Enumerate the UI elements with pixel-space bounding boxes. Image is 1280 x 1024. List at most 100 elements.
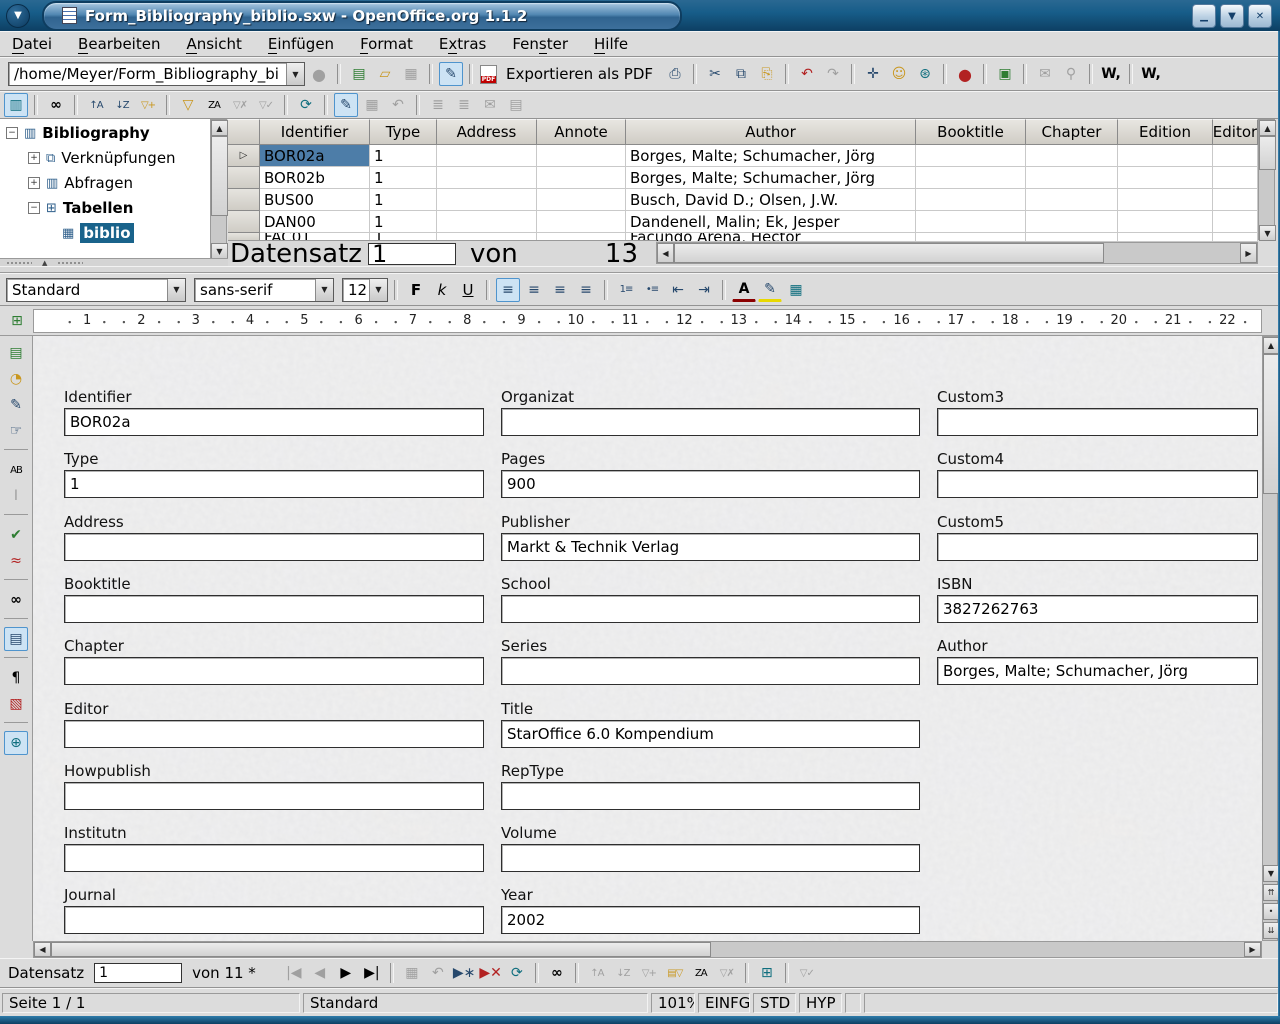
grid-cell-type[interactable]: 1	[370, 211, 437, 233]
grid-cell-address[interactable]	[437, 211, 537, 233]
field-input-editor[interactable]	[64, 720, 484, 748]
edit-file-icon[interactable]: ✎	[439, 62, 463, 86]
menu-datei[interactable]: Datei	[12, 35, 52, 53]
row-marker-icon[interactable]: ▷	[228, 145, 260, 167]
field-input-year[interactable]	[501, 906, 920, 934]
grid-hscrollbar[interactable]: ◀ ▶	[656, 242, 1258, 264]
drag-handle[interactable]	[57, 261, 83, 265]
align-left-icon[interactable]: ≡	[496, 278, 520, 302]
draw-functions-icon[interactable]: ✎	[4, 393, 28, 417]
grid-cell-type[interactable]: 1	[370, 167, 437, 189]
menu-extras[interactable]: Extras	[439, 35, 486, 53]
cut-icon[interactable]: ✂	[703, 62, 727, 86]
expand-icon[interactable]: +	[28, 152, 40, 164]
new-record-icon[interactable]: ▶∗	[452, 961, 477, 985]
drag-handle[interactable]	[6, 261, 32, 265]
field-input-type[interactable]	[64, 470, 484, 498]
font-name-combo[interactable]: sans-serif ▼	[194, 278, 334, 302]
gallery-icon[interactable]: ▣	[993, 62, 1017, 86]
tree-item-bibliography[interactable]: − ▥ Bibliography	[6, 121, 150, 145]
scroll-down-icon[interactable]: ▼	[1259, 225, 1276, 241]
status-selection-mode[interactable]: STD	[753, 993, 796, 1013]
paragraph-style-combo[interactable]: Standard ▼	[6, 278, 186, 302]
column-header-address[interactable]: Address	[437, 119, 537, 145]
field-input-identifier[interactable]	[64, 408, 484, 436]
grid-cell-annote[interactable]	[537, 145, 626, 167]
url-dropdown-icon[interactable]: ▼	[286, 63, 304, 85]
sort-icon[interactable]: ZA	[689, 961, 713, 985]
column-header-identifier[interactable]: Identifier	[260, 119, 370, 145]
edit-data-icon[interactable]: ✎	[334, 93, 358, 117]
field-input-author[interactable]	[937, 657, 1258, 685]
field-input-custom4[interactable]	[937, 470, 1258, 498]
grid-cell-identifier[interactable]: DAN00	[260, 211, 370, 233]
status-hyperlink-mode[interactable]: HYP	[799, 993, 842, 1013]
grid-cell-editor[interactable]	[1213, 145, 1258, 167]
url-value[interactable]: /home/Meyer/Form_Bibliography_bi	[9, 65, 286, 83]
field-input-custom3[interactable]	[937, 408, 1258, 436]
status-zoom[interactable]: 101%	[651, 993, 695, 1013]
grid-cell-chapter[interactable]	[1026, 211, 1118, 233]
align-center-icon[interactable]: ≡	[522, 278, 546, 302]
grid-cell-chapter[interactable]	[1026, 167, 1118, 189]
column-header-editor[interactable]: Editor	[1213, 119, 1258, 145]
document-vscrollbar[interactable]: ▲ ▼ ⇈ • ⇊	[1262, 336, 1278, 941]
sort-icon[interactable]: ZA	[202, 93, 226, 117]
undo-icon[interactable]: ↶	[795, 62, 819, 86]
grid-cell-edition[interactable]	[1118, 233, 1213, 242]
grid-corner[interactable]	[228, 119, 260, 145]
grid-cell-edition[interactable]	[1118, 167, 1213, 189]
next-page-icon[interactable]: ⇊	[1263, 922, 1279, 939]
record-macro-icon[interactable]: ●	[953, 62, 977, 86]
web-document-icon[interactable]: ⊛	[913, 62, 937, 86]
data-source-as-table-icon[interactable]: ⊞	[755, 961, 779, 985]
grid-cell-edition[interactable]	[1118, 211, 1213, 233]
scroll-down-icon[interactable]: ▼	[211, 243, 228, 259]
scroll-left-icon[interactable]: ◀	[657, 243, 674, 263]
scrollbar-thumb[interactable]	[51, 942, 711, 957]
navigator-icon[interactable]: ✛	[861, 62, 885, 86]
dropdown-icon[interactable]: ▼	[315, 279, 333, 301]
grid-cell-type[interactable]: 1	[370, 145, 437, 167]
copy-icon[interactable]: ⧉	[729, 62, 753, 86]
grid-row[interactable]: DAN00 1 Dandenell, Malin; Ek, Jesper	[228, 211, 1258, 233]
paste-icon[interactable]: ⎘	[755, 62, 779, 86]
justify-icon[interactable]: ≡	[574, 278, 598, 302]
grid-cell-booktitle[interactable]	[916, 189, 1026, 211]
last-record-icon[interactable]: ▶|	[360, 961, 384, 985]
graphics-onoff-icon[interactable]: ▧	[4, 692, 28, 716]
tree-item-verknuepfungen[interactable]: + ⧉ Verknüpfungen	[28, 146, 176, 170]
previous-page-icon[interactable]: ⇈	[1263, 884, 1279, 901]
grid-cell-edition[interactable]	[1118, 189, 1213, 211]
window-menu-button[interactable]: ▼	[6, 4, 30, 28]
open-document-icon[interactable]: ▱	[373, 62, 397, 86]
grid-cell-editor[interactable]	[1213, 211, 1258, 233]
scrollbar-thumb[interactable]	[674, 243, 1104, 263]
grid-record-input[interactable]	[368, 243, 456, 265]
bullet-list-icon[interactable]: •≡	[640, 278, 664, 302]
minimize-button[interactable]: ▁	[1192, 4, 1216, 28]
scroll-left-icon[interactable]: ◀	[34, 942, 51, 957]
scroll-up-icon[interactable]: ▲	[1263, 337, 1279, 354]
field-input-journal[interactable]	[64, 906, 484, 934]
grid-scrollbar[interactable]: ▲ ▼	[1258, 119, 1275, 240]
numbered-list-icon[interactable]: 1≡	[614, 278, 638, 302]
field-input-volume[interactable]	[501, 844, 920, 872]
grid-cell-annote[interactable]	[537, 211, 626, 233]
scrollbar-thumb[interactable]	[211, 136, 228, 216]
column-header-edition[interactable]: Edition	[1118, 119, 1213, 145]
collapse-icon[interactable]: −	[6, 127, 18, 139]
autospellcheck-icon[interactable]: ≈	[4, 549, 28, 573]
field-input-howpublish[interactable]	[64, 782, 484, 810]
scrollbar-thumb[interactable]	[1263, 354, 1279, 494]
find-record-icon[interactable]: ∞	[44, 93, 68, 117]
autotext-icon[interactable]: AB	[4, 458, 28, 482]
close-button[interactable]: ✕	[1248, 4, 1272, 28]
sort-descending-icon[interactable]: ↓Z	[110, 93, 134, 117]
grid-row[interactable]: BUS00 1 Busch, David D.; Olsen, J.W.	[228, 189, 1258, 211]
grid-cell-editor[interactable]	[1213, 189, 1258, 211]
refresh-icon[interactable]: ⟳	[294, 93, 318, 117]
grid-cell-editor[interactable]	[1213, 167, 1258, 189]
grid-cell-annote[interactable]	[537, 167, 626, 189]
delete-record-icon[interactable]: ▶✕	[478, 961, 503, 985]
